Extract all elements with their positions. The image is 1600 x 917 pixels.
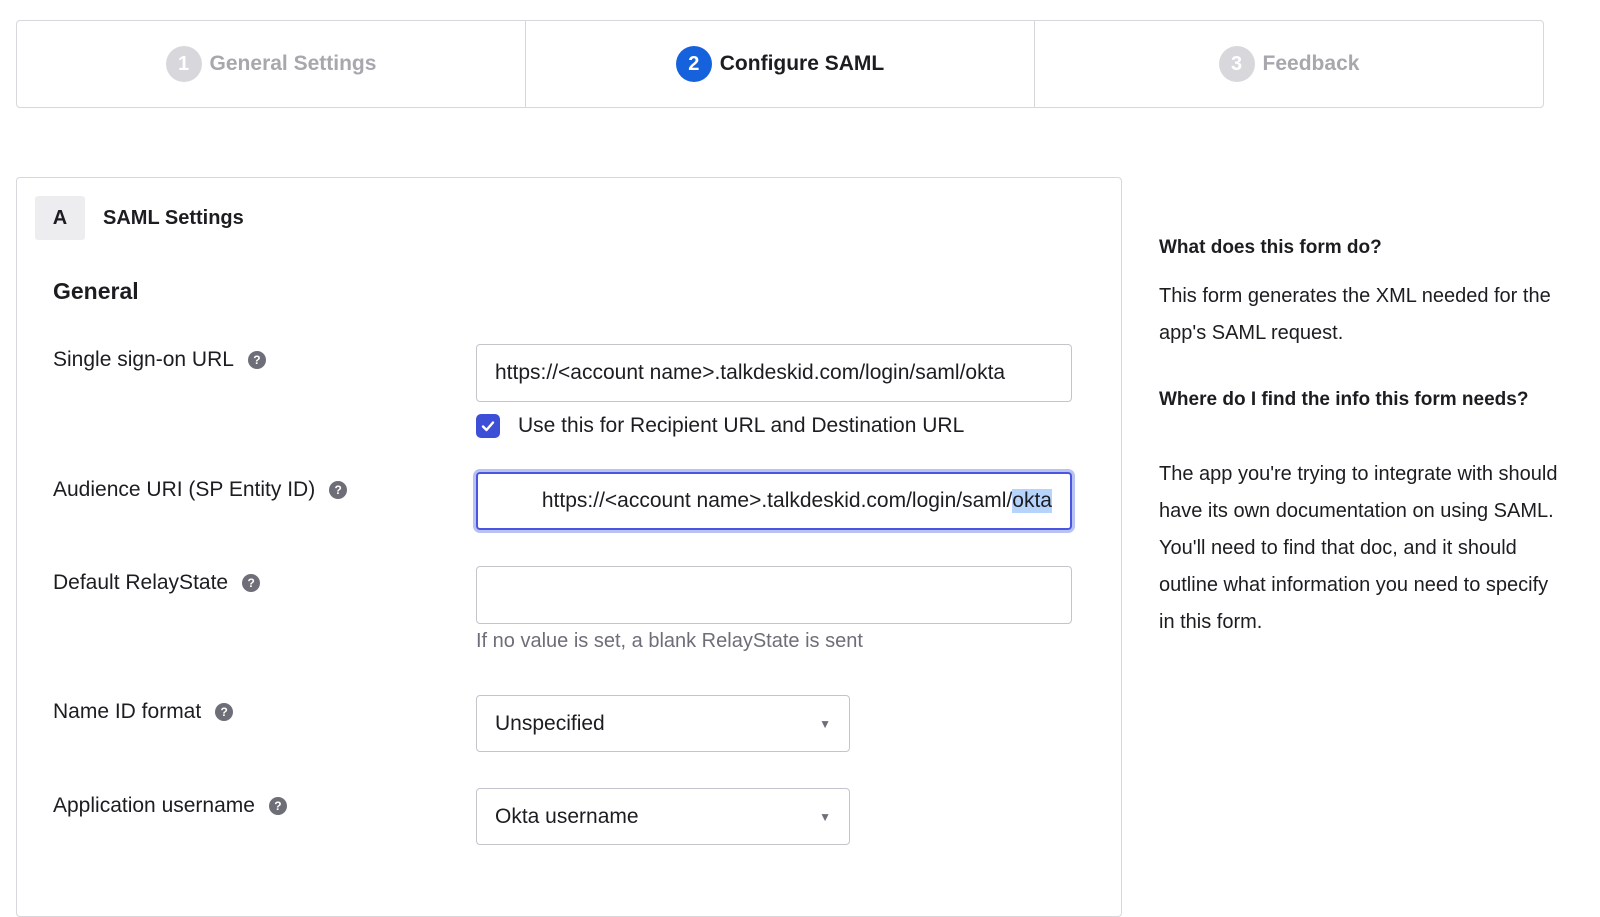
help-question-2: Where do I find the info this form needs… (1159, 389, 1529, 410)
help-icon[interactable]: ? (329, 481, 348, 499)
wizard-steps: 1 General Settings 2 Configure SAML 3 Fe… (16, 20, 1544, 108)
sso-url-label-text: Single sign-on URL (53, 348, 234, 371)
section-letter-badge: A (35, 196, 85, 240)
sso-url-label: Single sign-on URL ? (53, 348, 266, 372)
step-number-badge: 2 (675, 46, 712, 82)
help-question-1: What does this form do? (1159, 237, 1382, 258)
step-configure-saml[interactable]: 2 Configure SAML (526, 21, 1035, 107)
help-icon[interactable]: ? (215, 703, 234, 721)
name-id-format-label-text: Name ID format (53, 700, 202, 723)
relay-state-hint: If no value is set, a blank RelayState i… (476, 630, 863, 652)
app-username-label: Application username ? (53, 794, 287, 818)
chevron-down-icon: ▼ (819, 809, 831, 824)
section-title: SAML Settings (103, 206, 244, 229)
section-header: A SAML Settings (35, 196, 244, 240)
step-general-settings[interactable]: 1 General Settings (17, 21, 526, 107)
sso-url-value: https://<account name>.talkdeskid.com/lo… (495, 361, 1006, 384)
relay-state-label: Default RelayState ? (53, 571, 261, 595)
relay-state-label-text: Default RelayState (53, 571, 229, 594)
audience-uri-selected-text: okta (1012, 489, 1052, 513)
sso-url-input[interactable]: https://<account name>.talkdeskid.com/lo… (476, 344, 1072, 402)
audience-uri-value: https://<account name>.talkdeskid.com/lo… (541, 489, 1013, 512)
audience-uri-label: Audience URI (SP Entity ID) ? (53, 478, 348, 502)
audience-uri-input[interactable]: https://<account name>.talkdeskid.com/lo… (476, 472, 1072, 530)
app-username-selected: Okta username (495, 804, 639, 828)
checkmark-icon (481, 421, 495, 432)
step-number-badge: 1 (165, 46, 202, 82)
step-label: Configure SAML (719, 52, 885, 75)
app-username-select[interactable]: Okta username ▼ (476, 788, 850, 845)
step-feedback[interactable]: 3 Feedback (1035, 21, 1543, 107)
help-icon[interactable]: ? (242, 574, 261, 592)
group-title: General (53, 278, 139, 304)
chevron-down-icon: ▼ (819, 716, 831, 731)
help-answer-2: The app you're trying to integrate with … (1159, 463, 1558, 633)
relay-state-input[interactable] (476, 566, 1072, 624)
name-id-format-select[interactable]: Unspecified ▼ (476, 695, 850, 752)
saml-settings-card: A SAML Settings General Single sign-on U… (16, 177, 1122, 917)
app-username-label-text: Application username (53, 794, 255, 817)
recipient-url-checkbox[interactable] (476, 414, 500, 438)
recipient-url-checkbox-row[interactable]: Use this for Recipient URL and Destinati… (476, 414, 964, 438)
help-answer-1: This form generates the XML needed for t… (1159, 285, 1551, 344)
help-icon[interactable]: ? (268, 797, 287, 815)
name-id-format-selected: Unspecified (495, 711, 605, 735)
step-label: Feedback (1262, 52, 1360, 75)
audience-uri-label-text: Audience URI (SP Entity ID) (53, 478, 316, 501)
step-number-badge: 3 (1218, 46, 1255, 82)
recipient-url-checkbox-label: Use this for Recipient URL and Destinati… (518, 414, 965, 437)
help-icon[interactable]: ? (247, 351, 266, 369)
name-id-format-label: Name ID format ? (53, 700, 234, 724)
step-label: General Settings (209, 52, 377, 75)
